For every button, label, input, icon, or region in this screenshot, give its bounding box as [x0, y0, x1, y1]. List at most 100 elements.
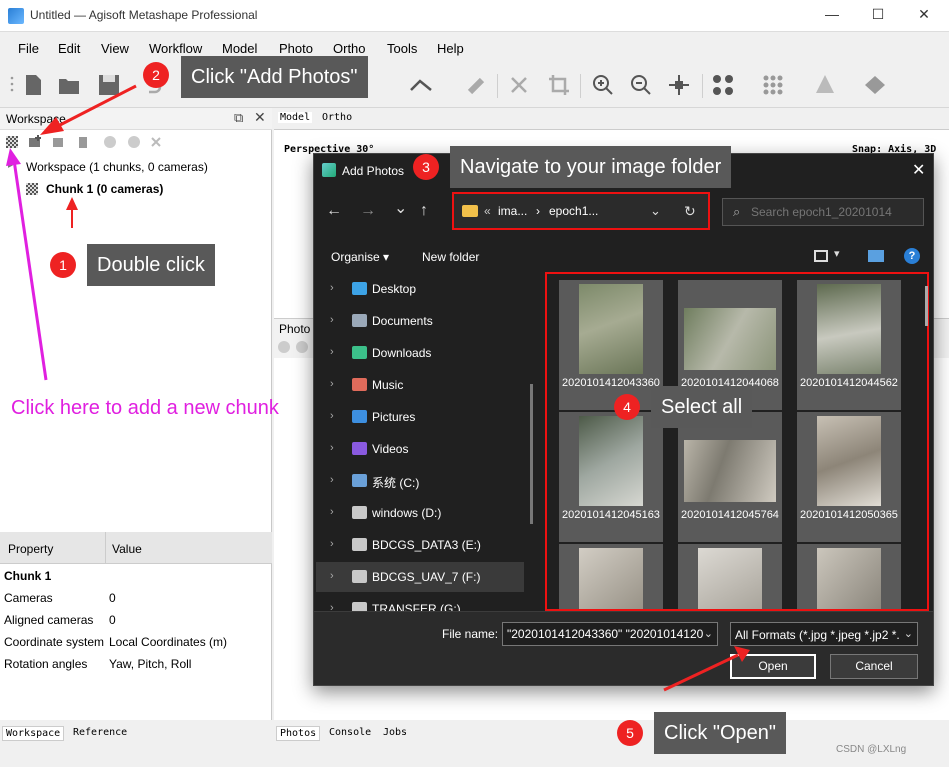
open-button[interactable]: Open [730, 654, 816, 679]
chevron-right-icon[interactable]: › [330, 410, 334, 422]
recent-locations-icon[interactable]: ⌄ [394, 198, 407, 218]
minimize-icon[interactable]: — [822, 6, 842, 22]
enable-icon[interactable] [126, 134, 142, 150]
disable-icon[interactable] [102, 134, 118, 150]
nav-item[interactable]: › windows (D:) [316, 498, 524, 528]
chevron-right-icon[interactable]: › [330, 282, 334, 294]
help-icon[interactable]: ? [904, 248, 920, 264]
add-marker-icon[interactable] [52, 134, 68, 150]
photos-action-icon[interactable] [278, 341, 290, 353]
dialog-close-icon[interactable]: ✕ [912, 160, 925, 180]
menu-view[interactable]: View [101, 41, 129, 56]
textured-model-icon[interactable] [862, 72, 888, 98]
address-overflow[interactable]: « [484, 204, 491, 218]
nav-item[interactable]: › Music [316, 370, 524, 400]
cancel-button[interactable]: Cancel [830, 654, 918, 679]
nav-item[interactable]: › Videos [316, 434, 524, 464]
file-tile[interactable]: 2020101412045163 [559, 412, 663, 542]
chevron-right-icon[interactable]: › [330, 538, 334, 550]
eraser-icon[interactable] [462, 72, 488, 98]
chevron-down-icon[interactable]: ⌄ [704, 627, 713, 640]
nav-item[interactable]: › BDCGS_DATA3 (E:) [316, 530, 524, 560]
file-tile[interactable] [797, 544, 901, 609]
chevron-down-icon[interactable]: ⌄ [903, 627, 913, 640]
maximize-icon[interactable]: ☐ [868, 6, 888, 23]
chunk-item[interactable]: Chunk 1 (0 cameras) [46, 182, 163, 196]
ruler-tool-icon[interactable] [408, 72, 434, 98]
up-folder-icon[interactable]: ↑ [420, 202, 428, 220]
nav-item[interactable]: › Pictures [316, 402, 524, 432]
file-tile[interactable]: 2020101412045764 [678, 412, 782, 542]
view-mode-icon[interactable] [814, 250, 828, 262]
back-arrow-icon[interactable]: ← [326, 202, 342, 220]
dense-cloud-icon[interactable] [760, 72, 786, 98]
open-folder-icon[interactable] [56, 72, 82, 98]
chevron-right-icon[interactable]: › [330, 506, 334, 518]
tab-model[interactable]: Model [278, 112, 313, 123]
tab-workspace[interactable]: Workspace [2, 726, 65, 741]
chevron-right-icon[interactable]: › [330, 442, 334, 454]
nav-item[interactable]: › 系统 (C:) [316, 466, 524, 496]
address-segment[interactable]: epoch1... [549, 204, 598, 218]
file-tile[interactable] [559, 544, 663, 609]
file-tile[interactable]: 2020101412044562 [797, 280, 901, 410]
chevron-right-icon[interactable]: › [330, 314, 334, 326]
delete-selection-icon[interactable] [506, 72, 532, 98]
file-tile[interactable] [678, 544, 782, 609]
search-input[interactable] [751, 203, 919, 221]
tab-jobs[interactable]: Jobs [380, 726, 410, 739]
add-folder-icon[interactable] [76, 134, 92, 150]
tab-console[interactable]: Console [326, 726, 374, 739]
mesh-icon[interactable] [812, 72, 838, 98]
move-icon[interactable] [666, 72, 692, 98]
workspace-root-item[interactable]: Workspace (1 chunks, 0 cameras) [26, 160, 208, 174]
chevron-right-icon[interactable]: › [330, 346, 334, 358]
close-icon[interactable]: ✕ [914, 6, 934, 23]
menu-photo[interactable]: Photo [279, 41, 313, 56]
file-name-input[interactable] [507, 626, 703, 642]
menu-edit[interactable]: Edit [58, 41, 80, 56]
zoom-in-icon[interactable] [590, 72, 616, 98]
add-photos-icon[interactable] [28, 134, 44, 150]
crop-icon[interactable] [546, 72, 572, 98]
menu-workflow[interactable]: Workflow [149, 41, 202, 56]
menu-help[interactable]: Help [437, 41, 464, 56]
nav-item[interactable]: › Desktop [316, 274, 524, 304]
tab-ortho[interactable]: Ortho [322, 112, 352, 123]
chevron-right-icon[interactable]: › [330, 570, 334, 582]
menu-file[interactable]: File [18, 41, 39, 56]
float-pane-icon[interactable]: ⧉ [234, 110, 243, 126]
close-pane-icon[interactable]: ✕ [254, 109, 266, 126]
zoom-out-icon[interactable] [628, 72, 654, 98]
file-grid-scrollbar[interactable] [925, 286, 928, 326]
chevron-right-icon[interactable]: › [330, 378, 334, 390]
add-chunk-icon[interactable] [4, 134, 20, 150]
menu-tools[interactable]: Tools [387, 41, 417, 56]
tab-reference[interactable]: Reference [70, 726, 130, 739]
organise-button[interactable]: Organise ▾ [331, 250, 389, 264]
address-bar[interactable]: « ima... › epoch1... ⌄ ↻ [452, 192, 710, 230]
point-cloud-icon[interactable] [710, 72, 736, 98]
address-segment[interactable]: ima... [498, 204, 527, 218]
new-project-icon[interactable] [20, 72, 46, 98]
menu-ortho[interactable]: Ortho [333, 41, 366, 56]
file-tile[interactable]: 2020101412050365 [797, 412, 901, 542]
file-type-select[interactable]: All Formats (*.jpg *.jpeg *.jp2 *. ⌄ [730, 622, 918, 646]
chevron-right-icon[interactable]: › [330, 474, 334, 486]
new-folder-button[interactable]: New folder [422, 250, 479, 264]
nav-item[interactable]: › Downloads [316, 338, 524, 368]
nav-item[interactable]: › Documents [316, 306, 524, 336]
navigation-scrollbar[interactable] [530, 384, 533, 524]
tab-photos[interactable]: Photos [276, 726, 321, 741]
file-tile[interactable]: 2020101412043360 [559, 280, 663, 410]
nav-item[interactable]: › BDCGS_UAV_7 (F:) [316, 562, 524, 592]
forward-arrow-icon[interactable]: → [360, 202, 376, 220]
preview-pane-icon[interactable] [868, 250, 884, 262]
view-options-chevron-icon[interactable]: ▾ [834, 247, 840, 260]
save-icon[interactable] [96, 72, 122, 98]
remove-item-icon[interactable] [148, 134, 164, 150]
tree-collapse-icon[interactable]: ▸ [8, 160, 13, 171]
chevron-down-icon[interactable]: ⌄ [650, 203, 661, 219]
photos-action-icon[interactable] [296, 341, 308, 353]
refresh-icon[interactable]: ↻ [684, 203, 696, 220]
